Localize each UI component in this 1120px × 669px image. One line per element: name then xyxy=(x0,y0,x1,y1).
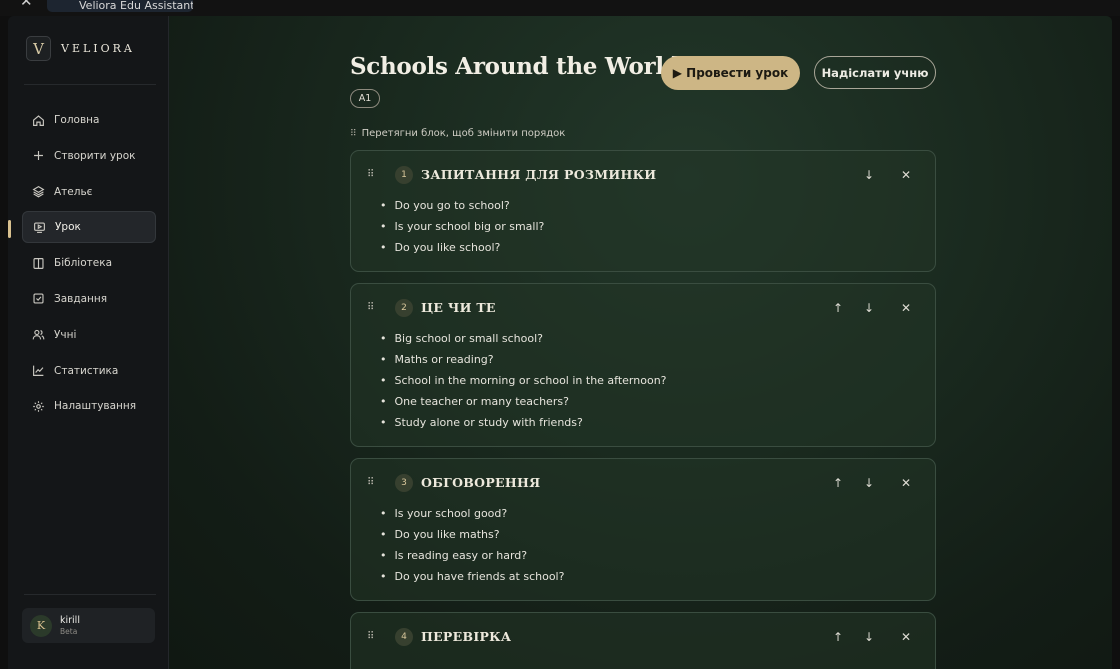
send-to-student-button[interactable]: Надіслати учню xyxy=(814,56,936,89)
sidebar-item-label: Бібліотека xyxy=(54,257,113,270)
chart-line-icon xyxy=(33,365,44,377)
move-down-icon[interactable]: ↓ xyxy=(861,167,877,183)
drag-handle-icon[interactable]: ⠿ xyxy=(367,302,374,313)
list-item: Is your school big or small? xyxy=(380,216,545,237)
sidebar-item-settings[interactable]: Налаштування xyxy=(22,390,156,422)
tab-title: Veliora Edu Assistant xyxy=(79,0,193,12)
checkbox-icon xyxy=(33,293,44,305)
close-icon[interactable]: ✕ xyxy=(898,475,914,491)
sidebar-item-home[interactable]: Головна xyxy=(22,104,156,136)
sidebar-nav: Головна Створити урок Ательє Урок Бібліо… xyxy=(22,104,156,426)
logo-icon: V xyxy=(26,36,51,61)
list-item: Is reading easy or hard? xyxy=(380,545,564,566)
reorder-hint: ⠿ Перетягни блок, щоб змінити порядок xyxy=(350,128,565,139)
lesson-block: ⠿ 4 ПЕРЕВІРКА ↑ ↓ ✕ xyxy=(350,612,936,669)
lesson-block: ⠿ 1 ЗАПИТАННЯ ДЛЯ РОЗМИНКИ ↓ ✕ Do you go… xyxy=(350,150,936,272)
presentation-icon xyxy=(34,222,45,233)
lesson-block: ⠿ 2 ЦЕ ЧИ ТЕ ↑ ↓ ✕ Big school or small s… xyxy=(350,283,936,447)
lesson-editor: Schools Around the World A1 ▶ Провести у… xyxy=(169,16,1112,669)
close-window-icon[interactable]: ✕ xyxy=(20,0,33,9)
users-icon xyxy=(32,330,45,340)
sidebar-item-label: Налаштування xyxy=(54,400,137,413)
move-up-icon[interactable]: ↑ xyxy=(830,475,846,491)
sidebar-item-lesson[interactable]: Урок xyxy=(22,211,156,244)
question-list: Do you go to school? Is your school big … xyxy=(380,195,545,258)
move-down-icon[interactable]: ↓ xyxy=(861,475,877,491)
sidebar-item-students[interactable]: Учні xyxy=(22,319,156,351)
drag-handle-icon[interactable]: ⠿ xyxy=(367,477,374,488)
list-item: Is your school good? xyxy=(380,503,564,524)
sidebar-item-atelier[interactable]: Ательє xyxy=(22,176,156,208)
plus-icon xyxy=(34,151,43,161)
level-badge: A1 xyxy=(350,89,380,108)
block-title: ЗАПИТАННЯ ДЛЯ РОЗМИНКИ xyxy=(421,167,657,182)
user-name: kirill xyxy=(60,614,80,626)
question-list: Is your school good? Do you like maths? … xyxy=(380,503,565,587)
drag-handle-icon[interactable]: ⠿ xyxy=(367,631,374,642)
move-down-icon[interactable]: ↓ xyxy=(861,300,877,316)
avatar: K xyxy=(30,614,52,637)
sidebar-item-tasks[interactable]: Завдання xyxy=(22,283,156,315)
home-icon xyxy=(33,114,44,126)
list-item: Do you like maths? xyxy=(380,524,564,545)
close-icon[interactable]: ✕ xyxy=(898,167,914,183)
sidebar-item-label: Статистика xyxy=(54,364,119,377)
start-lesson-button[interactable]: ▶ Провести урок xyxy=(661,56,800,90)
lesson-block: ⠿ 3 ОБГОВОРЕННЯ ↑ ↓ ✕ Is your school goo… xyxy=(350,458,936,601)
list-item: Do you go to school? xyxy=(380,195,544,216)
browser-tab[interactable]: Veliora Edu Assistant xyxy=(47,0,193,12)
list-item: School in the morning or school in the a… xyxy=(380,370,667,391)
user-plan-badge: Beta xyxy=(60,626,78,636)
os-top-bar: ✕ Veliora Edu Assistant xyxy=(0,0,1120,16)
grip-icon: ⠿ xyxy=(350,128,357,139)
list-item: Do you like school? xyxy=(380,237,544,258)
book-icon xyxy=(33,257,44,269)
block-title: ПЕРЕВІРКА xyxy=(421,629,512,644)
sidebar-item-label: Ательє xyxy=(54,185,93,198)
question-list: Big school or small school? Maths or rea… xyxy=(380,328,667,433)
user-profile[interactable]: K kirill Beta xyxy=(22,608,155,643)
sidebar-divider xyxy=(24,594,156,595)
block-title: ЦЕ ЧИ ТЕ xyxy=(421,300,496,315)
app-window: V VELIORA Головна Створити урок Ательє У… xyxy=(8,16,1112,669)
list-item: Study alone or study with friends? xyxy=(380,412,667,433)
block-title: ОБГОВОРЕННЯ xyxy=(421,475,541,490)
brand-name: VELIORA xyxy=(61,42,135,55)
list-item: Do you have friends at school? xyxy=(380,566,565,587)
user-info: kirill Beta xyxy=(60,615,80,637)
list-item: Maths or reading? xyxy=(380,349,667,370)
sidebar-item-label: Завдання xyxy=(54,292,108,305)
list-item: Big school or small school? xyxy=(380,328,667,349)
page-title: Schools Around the World xyxy=(350,53,680,80)
move-up-icon[interactable]: ↑ xyxy=(830,300,846,316)
brand[interactable]: V VELIORA xyxy=(26,36,135,61)
move-up-icon[interactable]: ↑ xyxy=(830,629,846,645)
move-down-icon[interactable]: ↓ xyxy=(861,629,877,645)
sidebar-item-library[interactable]: Бібліотека xyxy=(22,247,156,279)
sidebar-item-label: Учні xyxy=(54,328,77,341)
close-icon[interactable]: ✕ xyxy=(898,300,914,316)
block-number: 3 xyxy=(395,474,413,492)
block-number: 1 xyxy=(395,166,413,184)
gear-icon xyxy=(33,401,44,412)
block-number: 4 xyxy=(395,628,413,646)
sidebar-item-label: Головна xyxy=(54,114,100,126)
sidebar: V VELIORA Головна Створити урок Ательє У… xyxy=(8,16,169,669)
layers-icon xyxy=(32,186,45,198)
active-indicator xyxy=(8,220,11,238)
sidebar-item-statistics[interactable]: Статистика xyxy=(22,355,156,387)
sidebar-divider xyxy=(24,84,156,85)
sidebar-item-create-lesson[interactable]: Створити урок xyxy=(22,140,156,172)
sidebar-item-label: Урок xyxy=(55,221,81,234)
list-item: One teacher or many teachers? xyxy=(380,391,667,412)
drag-handle-icon[interactable]: ⠿ xyxy=(367,169,374,180)
close-icon[interactable]: ✕ xyxy=(898,629,914,645)
sidebar-item-label: Створити урок xyxy=(54,149,136,162)
reorder-hint-text: Перетягни блок, щоб змінити порядок xyxy=(361,128,566,139)
block-number: 2 xyxy=(395,299,413,317)
